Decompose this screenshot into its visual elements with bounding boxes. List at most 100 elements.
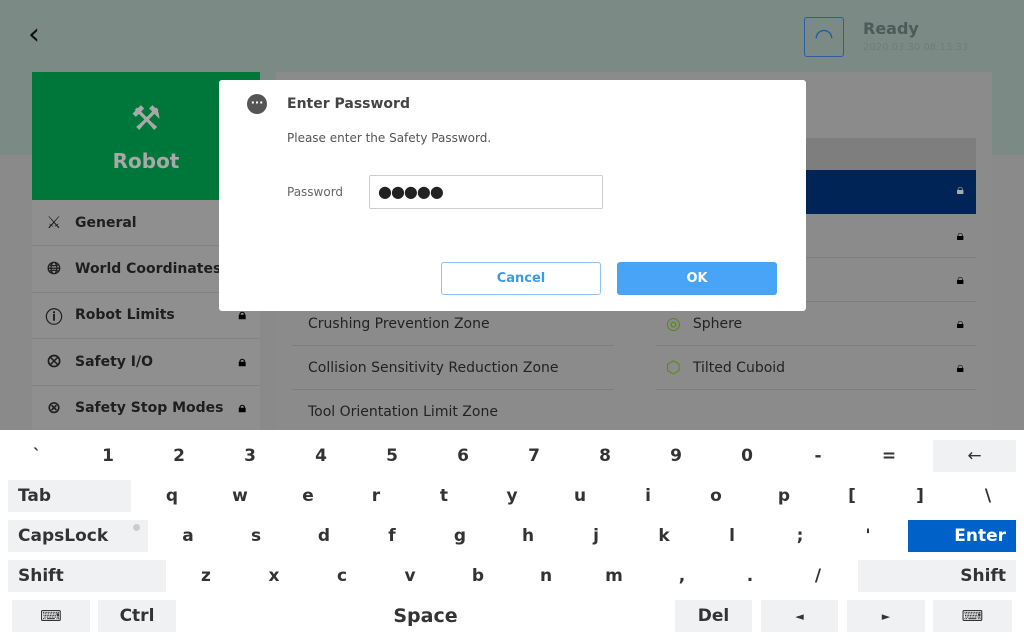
capslock-key[interactable]: CapsLock <box>8 520 148 552</box>
robot-icon: ⚒ <box>130 99 162 139</box>
right-shift-key[interactable]: Shift <box>858 560 1016 592</box>
key[interactable]: = <box>869 440 909 472</box>
lock-icon: 🔒︎ <box>956 182 964 198</box>
limit-icon: ⓘ <box>45 307 63 328</box>
sidebar-item-label: Robot Limits <box>75 307 175 324</box>
sidebar-item-safety-io[interactable]: ⮾ Safety I/O 🔒︎ <box>32 339 260 386</box>
password-label: Password <box>287 185 344 199</box>
key[interactable]: 9 <box>656 440 696 472</box>
zone-label: Crushing Prevention Zone <box>308 315 490 332</box>
del-key[interactable]: Del <box>675 600 752 632</box>
key[interactable]: \ <box>968 480 1008 512</box>
key[interactable]: n <box>526 560 566 592</box>
key[interactable]: b <box>458 560 498 592</box>
key[interactable]: d <box>304 520 344 552</box>
back-icon[interactable]: ‹ <box>28 20 40 50</box>
backspace-key[interactable]: ← <box>933 440 1016 472</box>
keyboard-settings-icon[interactable]: ⌨︎ <box>12 600 90 632</box>
key[interactable]: o <box>696 480 736 512</box>
enter-key[interactable]: Enter <box>908 520 1016 552</box>
key[interactable]: f <box>372 520 412 552</box>
robot-status-icon[interactable]: ◠ <box>804 17 844 57</box>
stop-icon: ⊗ <box>46 398 62 419</box>
key[interactable]: l <box>712 520 752 552</box>
key[interactable]: q <box>152 480 192 512</box>
key[interactable]: v <box>390 560 430 592</box>
capslock-indicator <box>133 524 140 531</box>
zone-label: Tool Orientation Limit Zone <box>308 404 498 420</box>
key[interactable]: ; <box>780 520 820 552</box>
lock-icon: 🔒︎ <box>956 271 964 288</box>
shape-label: Tilted Cuboid <box>692 359 786 376</box>
key[interactable]: x <box>254 560 294 592</box>
key[interactable]: p <box>764 480 804 512</box>
lock-icon: 🔒︎ <box>956 315 964 332</box>
key[interactable]: c <box>322 560 362 592</box>
key[interactable]: i <box>628 480 668 512</box>
io-icon: ⮾ <box>47 351 61 372</box>
zone-row[interactable]: Collision Sensitivity Reduction Zone <box>292 346 614 390</box>
sidebar-item-safety-stop-modes[interactable]: ⊗ Safety Stop Modes 🔒︎ <box>32 386 260 432</box>
key[interactable]: 3 <box>230 440 270 472</box>
enter-password-dialog: ··· Enter Password Please enter the Safe… <box>219 80 806 311</box>
key[interactable]: 8 <box>585 440 625 472</box>
capslock-label: CapsLock <box>18 526 109 546</box>
cursor-left-key[interactable]: ◄ <box>761 600 838 632</box>
key[interactable]: 2 <box>159 440 199 472</box>
key[interactable]: [ <box>832 480 872 512</box>
dialog-message: Please enter the Safety Password. <box>287 131 492 145</box>
on-screen-keyboard: ← Tab CapsLock Enter Shift Shift ⌨︎ Ctrl… <box>0 430 1024 640</box>
sidebar-item-label: General <box>75 214 137 231</box>
tab-key[interactable]: Tab <box>8 480 131 512</box>
cursor-right-key[interactable]: ► <box>847 600 925 632</box>
key[interactable]: a <box>168 520 208 552</box>
key[interactable]: 7 <box>514 440 554 472</box>
sphere-icon: ◎ <box>666 313 681 334</box>
space-key[interactable]: Space <box>184 600 667 632</box>
tilted-cuboid-icon: ⬡ <box>666 357 681 378</box>
zone-row[interactable]: Tool Orientation Limit Zone <box>292 390 614 434</box>
sidebar-item-label: Safety I/O <box>75 353 154 370</box>
key[interactable]: w <box>220 480 260 512</box>
shape-label: Sphere <box>692 315 743 332</box>
password-input[interactable]: ●●●●● <box>369 175 603 209</box>
key[interactable]: , <box>662 560 702 592</box>
lock-icon: 🔒︎ <box>238 400 246 417</box>
key[interactable]: z <box>186 560 226 592</box>
key[interactable]: j <box>576 520 616 552</box>
hide-keyboard-icon[interactable]: ⌨︎ <box>933 600 1012 632</box>
lock-icon: 🔒︎ <box>956 359 964 376</box>
key[interactable]: y <box>492 480 532 512</box>
key[interactable]: ] <box>900 480 940 512</box>
key[interactable]: 4 <box>301 440 341 472</box>
lock-icon: 🔒︎ <box>238 353 246 370</box>
key[interactable]: s <box>236 520 276 552</box>
zone-shape-row[interactable]: ⬡ Tilted Cuboid 🔒︎ <box>656 346 976 390</box>
key[interactable]: ' <box>848 520 888 552</box>
key[interactable]: 6 <box>443 440 483 472</box>
key[interactable]: r <box>356 480 396 512</box>
sidebar-item-label: World Coordinates <box>75 261 222 278</box>
key[interactable]: 1 <box>88 440 128 472</box>
key[interactable]: u <box>560 480 600 512</box>
key[interactable]: ` <box>17 440 57 472</box>
ctrl-key[interactable]: Ctrl <box>98 600 176 632</box>
key[interactable]: k <box>644 520 684 552</box>
key[interactable]: . <box>730 560 770 592</box>
key[interactable]: e <box>288 480 328 512</box>
ok-button[interactable]: OK <box>617 262 777 295</box>
left-shift-key[interactable]: Shift <box>8 560 166 592</box>
key[interactable]: 5 <box>372 440 412 472</box>
key[interactable]: / <box>798 560 838 592</box>
lock-icon: 🔒︎ <box>956 227 964 244</box>
key[interactable]: 0 <box>727 440 767 472</box>
more-icon: ··· <box>247 94 267 114</box>
key[interactable]: h <box>508 520 548 552</box>
cancel-button[interactable]: Cancel <box>441 262 601 295</box>
key[interactable]: t <box>424 480 464 512</box>
key[interactable]: - <box>798 440 838 472</box>
key[interactable]: g <box>440 520 480 552</box>
robot-arm-icon: ⚔ <box>46 212 62 233</box>
key[interactable]: m <box>594 560 634 592</box>
globe-icon: 🌐︎ <box>47 259 61 280</box>
